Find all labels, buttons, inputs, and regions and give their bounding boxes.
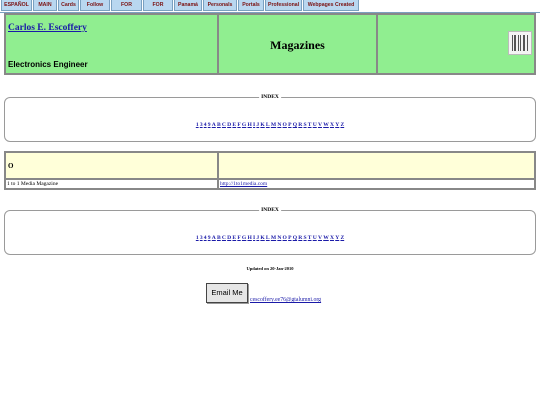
index-link[interactable]: 4 [204, 235, 207, 241]
index-link[interactable]: Q [293, 235, 297, 241]
index-link[interactable]: B [217, 122, 221, 128]
index-link[interactable]: O [283, 235, 287, 241]
page-title: Magazines [270, 38, 325, 52]
index-link[interactable]: 9 [208, 122, 211, 128]
index-link[interactable]: U [313, 235, 317, 241]
index-link[interactable]: L [266, 122, 270, 128]
index-link[interactable]: P [288, 235, 291, 241]
index-link[interactable]: D [227, 122, 231, 128]
nav-item[interactable]: MAIN [33, 0, 57, 11]
index-link[interactable]: 3 [200, 235, 203, 241]
index-link[interactable]: Q [293, 122, 297, 128]
index-link[interactable]: M [271, 122, 276, 128]
index-box-top: INDEX 1349ABCDEFGHIJKLMNOPQRSTUVWXYZ [4, 94, 536, 142]
index-link[interactable]: H [247, 122, 251, 128]
magazine-table: O 1 to 1 Media Magazine http://1to1media… [4, 151, 536, 190]
section-letter-cell: O [5, 152, 218, 179]
nav-item[interactable]: Portals [238, 0, 264, 11]
index-link[interactable]: T [308, 235, 312, 241]
nav-item[interactable]: Webpages Created [303, 0, 359, 11]
index-link[interactable]: J [256, 122, 259, 128]
index-link[interactable]: P [288, 122, 291, 128]
index-letters: 1349ABCDEFGHIJKLMNOPQRSTUVWXYZ [5, 122, 535, 128]
index-link[interactable]: Y [335, 235, 339, 241]
index-link[interactable]: B [217, 235, 221, 241]
index-link[interactable]: I [253, 122, 255, 128]
index-link[interactable]: A [212, 122, 216, 128]
index-link[interactable]: C [222, 235, 226, 241]
index-link[interactable]: I [253, 235, 255, 241]
section-header-row: O [5, 152, 535, 179]
index-link[interactable]: M [271, 235, 276, 241]
index-link[interactable]: F [237, 235, 240, 241]
index-link[interactable]: E [232, 235, 236, 241]
updated-text: Updated on 20-Jan-2010 [246, 266, 294, 271]
index-link[interactable]: 3 [200, 122, 203, 128]
index-link[interactable]: 4 [204, 122, 207, 128]
photo-cell [377, 14, 535, 74]
index-link[interactable]: J [256, 235, 259, 241]
nav-item[interactable]: Personals [203, 0, 237, 11]
index-link[interactable]: G [242, 122, 246, 128]
author-name-link[interactable]: Carlos E. Escoffery [8, 23, 87, 33]
index-link[interactable]: T [308, 122, 312, 128]
magazine-name: 1 to 1 Media Magazine [5, 179, 218, 189]
index-link[interactable]: 1 [196, 122, 199, 128]
index-link[interactable]: G [242, 235, 246, 241]
index-link[interactable]: V [318, 235, 322, 241]
index-link[interactable]: X [330, 235, 334, 241]
index-link[interactable]: V [318, 122, 322, 128]
index-link[interactable]: A [212, 235, 216, 241]
email-me-button[interactable]: Email Me [206, 283, 248, 303]
index-link[interactable]: 1 [196, 235, 199, 241]
index-box-bottom: INDEX 1349ABCDEFGHIJKLMNOPQRSTUVWXYZ [4, 207, 536, 255]
index-link[interactable]: N [277, 235, 281, 241]
nav-item[interactable]: Cards [58, 0, 79, 11]
section-letter: O [8, 162, 14, 170]
index-link[interactable]: H [247, 235, 251, 241]
portrait-image [508, 31, 532, 55]
page-header: Carlos E. Escoffery Electronics Engineer… [4, 13, 536, 75]
index-legend: INDEX [259, 94, 281, 100]
title-cell: Magazines [218, 14, 377, 74]
nav-item[interactable]: ESPAÑOL [1, 0, 32, 11]
index-link[interactable]: Y [335, 122, 339, 128]
nav-item[interactable]: Follow Me [80, 0, 110, 19]
index-link[interactable]: K [260, 235, 264, 241]
index-link[interactable]: F [237, 122, 240, 128]
index-link[interactable]: D [227, 235, 231, 241]
nav-item[interactable]: FOR RENT [111, 0, 142, 19]
index-link[interactable]: K [260, 122, 264, 128]
index-link[interactable]: 9 [208, 235, 211, 241]
index-link[interactable]: W [323, 235, 329, 241]
index-link[interactable]: X [330, 122, 334, 128]
author-role: Electronics Engineer [8, 60, 88, 69]
index-link[interactable]: R [298, 235, 302, 241]
index-link[interactable]: Z [340, 122, 344, 128]
table-row: 1 to 1 Media Magazine http://1to1media.c… [5, 179, 535, 189]
index-link[interactable]: E [232, 122, 236, 128]
magazine-url-link[interactable]: http://1to1media.com [218, 179, 535, 189]
index-link[interactable]: N [277, 122, 281, 128]
email-link[interactable]: cescoffery.ee76@gtalumni.org [250, 297, 321, 303]
nav-item[interactable]: Panamá [174, 0, 202, 11]
nav-item[interactable]: FOR SALE [143, 0, 173, 19]
index-letters: 1349ABCDEFGHIJKLMNOPQRSTUVWXYZ [5, 235, 535, 241]
index-link[interactable]: C [222, 122, 226, 128]
index-link[interactable]: R [298, 122, 302, 128]
nav-item[interactable]: Professional [265, 0, 302, 11]
index-link[interactable]: W [323, 122, 329, 128]
author-cell: Carlos E. Escoffery Electronics Engineer [5, 14, 218, 74]
index-link[interactable]: S [303, 235, 306, 241]
index-link[interactable]: U [313, 122, 317, 128]
index-link[interactable]: S [303, 122, 306, 128]
index-legend: INDEX [259, 207, 281, 213]
index-link[interactable]: O [283, 122, 287, 128]
index-link[interactable]: Z [340, 235, 344, 241]
index-link[interactable]: L [266, 235, 270, 241]
top-nav: ESPAÑOL MAIN Cards Follow Me FOR RENT FO… [0, 0, 540, 19]
section-empty-cell [218, 152, 535, 179]
